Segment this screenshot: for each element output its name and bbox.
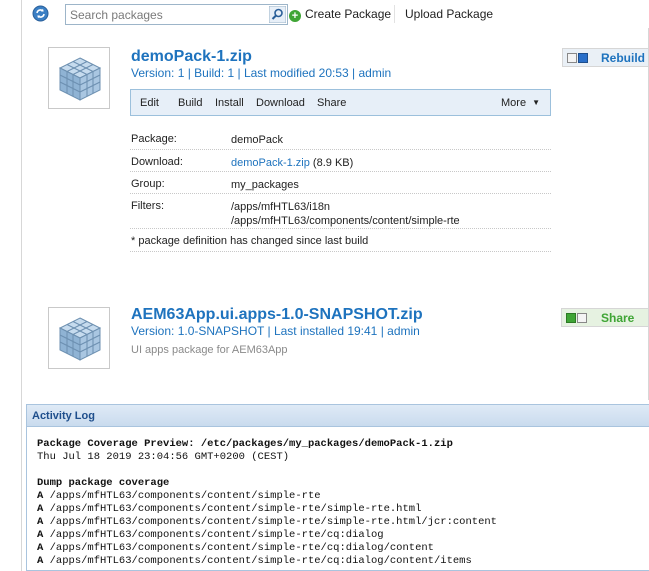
install-button[interactable]: Install bbox=[215, 97, 244, 109]
activity-log-panel: Activity Log Package Coverage Preview: /… bbox=[26, 404, 649, 571]
refresh-icon[interactable] bbox=[32, 5, 49, 22]
detail-row-package: Package: demoPack bbox=[130, 127, 551, 150]
status-square-icon bbox=[577, 313, 587, 323]
rebuild-button[interactable]: Rebuild bbox=[562, 48, 649, 67]
download-size: (8.9 KB) bbox=[309, 157, 354, 169]
activity-log-title: Activity Log bbox=[32, 410, 95, 422]
detail-row-note: * package definition has changed since l… bbox=[130, 229, 551, 252]
detail-value: demoPack bbox=[231, 134, 283, 146]
detail-key: Group: bbox=[131, 178, 165, 190]
package-action-bar: Edit Build Install Download Share More ▼ bbox=[130, 89, 551, 116]
share-button[interactable]: Share bbox=[317, 97, 346, 109]
share-side-label: Share bbox=[601, 311, 635, 325]
build-button[interactable]: Build bbox=[178, 97, 202, 109]
detail-row-download: Download: demoPack-1.zip (8.9 KB) bbox=[130, 150, 551, 172]
log-path: /apps/mfHTL63/components/content/simple-… bbox=[43, 490, 321, 502]
toolbar-divider bbox=[394, 5, 395, 23]
filter-item: /apps/mfHTL63/components/content/simple-… bbox=[231, 215, 460, 227]
package-note: * package definition has changed since l… bbox=[131, 235, 369, 247]
log-path: /apps/mfHTL63/components/content/simple-… bbox=[43, 503, 422, 515]
status-square-icon bbox=[567, 53, 577, 63]
log-path: /apps/mfHTL63/components/content/simple-… bbox=[43, 529, 384, 541]
detail-value: demoPack-1.zip (8.9 KB) bbox=[231, 156, 353, 170]
share-side-button[interactable]: Share bbox=[561, 308, 649, 327]
detail-row-group: Group: my_packages bbox=[130, 172, 551, 194]
status-square-blue-icon bbox=[578, 53, 588, 63]
activity-log-body: Package Coverage Preview: /etc/packages/… bbox=[37, 438, 497, 568]
activity-log-header[interactable]: Activity Log bbox=[27, 405, 649, 427]
rebuild-label: Rebuild bbox=[601, 51, 645, 65]
detail-row-filters: Filters: /apps/mfHTL63/i18n/apps/mfHTL63… bbox=[130, 194, 551, 229]
download-button[interactable]: Download bbox=[256, 97, 305, 109]
caret-down-icon: ▼ bbox=[532, 98, 540, 107]
log-path: /apps/mfHTL63/components/content/simple-… bbox=[43, 542, 434, 554]
download-link[interactable]: demoPack-1.zip bbox=[231, 157, 310, 169]
upload-package-button[interactable]: Upload Package bbox=[405, 7, 493, 21]
search-box bbox=[65, 4, 288, 25]
log-section-title: Dump package coverage bbox=[37, 477, 170, 489]
package-meta: Version: 1.0-SNAPSHOT | Last installed 1… bbox=[131, 324, 420, 338]
toolbar: + Create Package Upload Package bbox=[22, 0, 649, 28]
detail-value: /apps/mfHTL63/i18n/apps/mfHTL63/componen… bbox=[231, 200, 460, 228]
detail-value: my_packages bbox=[231, 179, 299, 191]
filter-item: /apps/mfHTL63/i18n bbox=[231, 201, 331, 213]
more-label: More bbox=[501, 97, 527, 109]
log-path: /apps/mfHTL63/components/content/simple-… bbox=[43, 555, 472, 567]
package-title[interactable]: AEM63App.ui.apps-1.0-SNAPSHOT.zip bbox=[131, 306, 423, 324]
detail-key: Download: bbox=[131, 156, 183, 168]
create-package-button[interactable]: + Create Package bbox=[289, 7, 391, 22]
search-input[interactable] bbox=[68, 6, 246, 23]
package-details: Package: demoPack Download: demoPack-1.z… bbox=[130, 127, 551, 252]
more-button[interactable]: More ▼ bbox=[501, 97, 540, 109]
package-cube-icon[interactable] bbox=[48, 307, 110, 369]
log-timestamp: Thu Jul 18 2019 23:04:56 GMT+0200 (CEST) bbox=[37, 451, 290, 463]
search-icon[interactable] bbox=[268, 5, 287, 24]
detail-key: Package: bbox=[131, 133, 177, 145]
package-list: demoPack-1.zip Version: 1 | Build: 1 | L… bbox=[22, 28, 649, 400]
status-square-green-icon bbox=[566, 313, 576, 323]
left-sidebar-edge bbox=[0, 0, 22, 571]
log-path: /apps/mfHTL63/components/content/simple-… bbox=[43, 516, 497, 528]
log-preview-line: Package Coverage Preview: /etc/packages/… bbox=[37, 438, 453, 450]
package-meta: Version: 1 | Build: 1 | Last modified 20… bbox=[131, 66, 392, 80]
package-description: UI apps package for AEM63App bbox=[131, 344, 288, 356]
edit-button[interactable]: Edit bbox=[140, 97, 159, 109]
package-title[interactable]: demoPack-1.zip bbox=[131, 48, 252, 66]
plus-circle-icon: + bbox=[289, 10, 301, 22]
detail-key: Filters: bbox=[131, 200, 164, 212]
create-package-label: Create Package bbox=[305, 7, 392, 21]
package-cube-icon[interactable] bbox=[48, 47, 110, 109]
